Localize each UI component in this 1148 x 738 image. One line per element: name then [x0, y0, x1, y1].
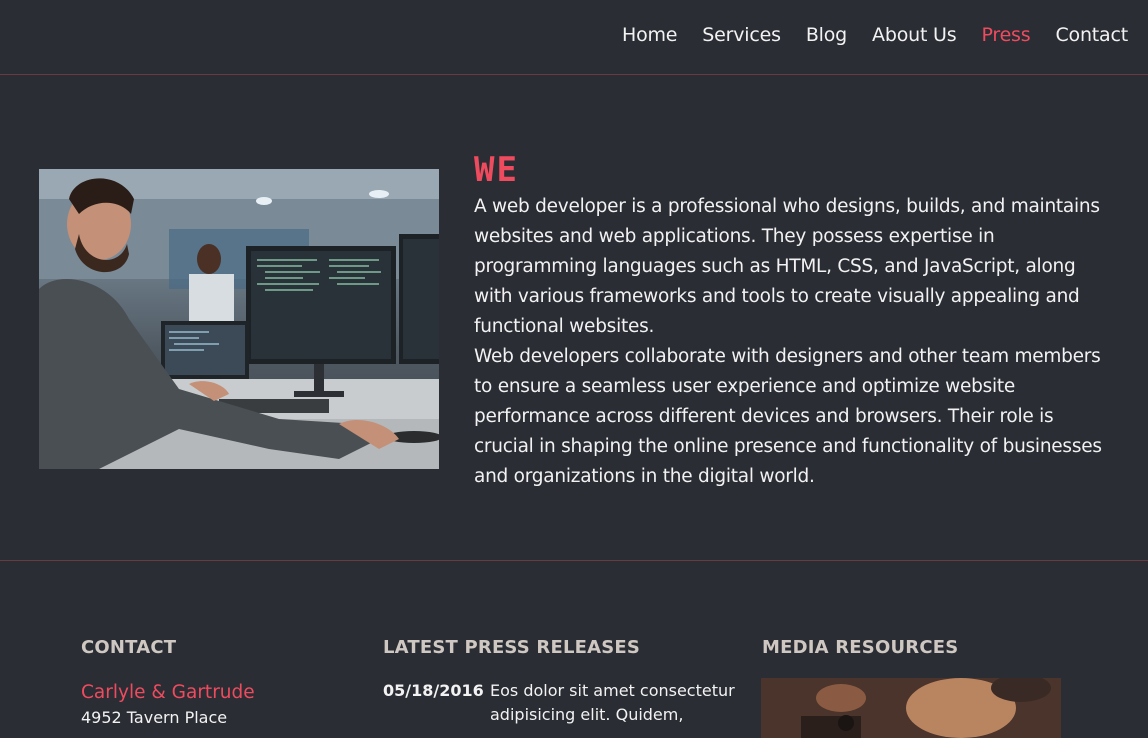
top-navigation: Home Services Blog About Us Press Contac… [0, 0, 1148, 75]
media-thumbnail[interactable] [761, 678, 1061, 738]
footer-media: MEDIA RESOURCES [762, 636, 958, 660]
about-section: WE A web developer is a professional who… [0, 76, 1148, 561]
nav-home[interactable]: Home [622, 20, 678, 50]
nav-menu: Home Services Blog About Us Press Contac… [622, 20, 1128, 50]
nav-services[interactable]: Services [702, 20, 781, 50]
media-heading: MEDIA RESOURCES [762, 637, 959, 658]
about-title: WE [474, 150, 519, 190]
contact-heading: CONTACT [81, 637, 177, 658]
footer-press: LATEST PRESS RELEASES [383, 636, 640, 660]
nav-about-us[interactable]: About Us [872, 20, 957, 50]
developer-photo-illustration [39, 169, 439, 469]
contact-name[interactable]: Carlyle & Gartrude [81, 680, 255, 706]
press-release-text[interactable]: Eos dolor sit amet consectetur adipisici… [490, 679, 740, 727]
media-thumbnail-image [761, 678, 1061, 738]
press-heading: LATEST PRESS RELEASES [383, 637, 641, 658]
about-description: A web developer is a professional who de… [474, 192, 1114, 492]
about-paragraph-2: Web developers collaborate with designer… [474, 346, 1102, 487]
footer-contact: CONTACT [81, 636, 176, 660]
about-paragraph-1: A web developer is a professional who de… [474, 196, 1100, 337]
press-date: 05/18/2016 [383, 681, 484, 700]
contact-address: 4952 Tavern Place [81, 708, 228, 727]
developer-photo [39, 169, 439, 469]
nav-contact[interactable]: Contact [1055, 20, 1128, 50]
nav-blog[interactable]: Blog [806, 20, 847, 50]
nav-press[interactable]: Press [981, 20, 1030, 50]
